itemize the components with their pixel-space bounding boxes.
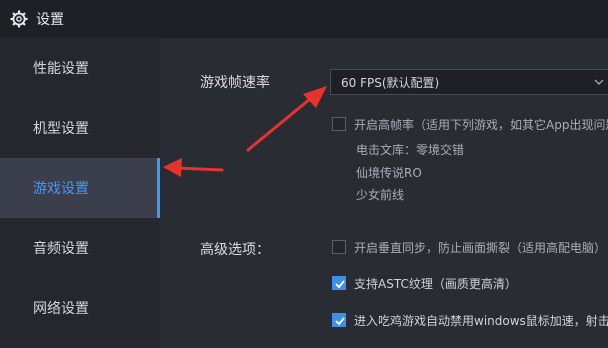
sidebar-item-label: 网络设置 bbox=[33, 301, 89, 317]
list-item: 电击文库：零境交错 bbox=[356, 143, 465, 157]
vsync-label: 开启垂直同步，防止画面撕裂（适用高配电脑） bbox=[354, 241, 607, 255]
fps-select[interactable]: 60 FPS(默认配置) bbox=[330, 69, 608, 95]
sidebar-item-performance[interactable]: 性能设置 bbox=[0, 38, 160, 98]
sidebar-item-label: 机型设置 bbox=[33, 121, 89, 137]
fps-select-value: 60 FPS(默认配置) bbox=[341, 75, 440, 90]
window-title: 设置 bbox=[36, 12, 64, 28]
vsync-checkbox[interactable] bbox=[332, 240, 346, 254]
sidebar-item-label: 游戏设置 bbox=[33, 181, 89, 197]
high-fps-label: 开启高帧率（适用下列游戏，如其它App出现问题 bbox=[354, 118, 608, 132]
settings-sidebar: 性能设置 机型设置 游戏设置 音频设置 网络设置 bbox=[0, 38, 160, 348]
title-bar: 设置 bbox=[0, 0, 608, 38]
fps-label: 游戏帧速率 bbox=[200, 75, 270, 91]
list-item: 仙境传说RO bbox=[356, 166, 422, 180]
astc-checkbox[interactable] bbox=[332, 276, 346, 290]
astc-label: 支持ASTC纹理（画质更高清） bbox=[354, 277, 517, 291]
sidebar-item-label: 性能设置 bbox=[33, 61, 89, 77]
sidebar-item-label: 音频设置 bbox=[33, 241, 89, 257]
sidebar-item-device-model[interactable]: 机型设置 bbox=[0, 98, 160, 158]
sidebar-item-network[interactable]: 网络设置 bbox=[0, 278, 160, 338]
check-icon bbox=[335, 317, 345, 326]
game-settings-panel: 游戏帧速率 60 FPS(默认配置) 开启高帧率（适用下列游戏，如其它App出现… bbox=[160, 38, 608, 348]
check-icon bbox=[335, 280, 345, 289]
high-fps-checkbox[interactable] bbox=[332, 117, 346, 131]
advanced-options-label: 高级选项： bbox=[200, 242, 270, 258]
mouse-accel-checkbox[interactable] bbox=[332, 313, 346, 327]
sidebar-item-game[interactable]: 游戏设置 bbox=[0, 158, 160, 218]
gear-icon bbox=[10, 10, 28, 28]
mouse-accel-label: 进入吃鸡游戏自动禁用windows鼠标加速，射击 bbox=[354, 314, 608, 328]
chevron-down-icon bbox=[594, 79, 604, 85]
list-item: 少女前线 bbox=[356, 188, 405, 202]
sidebar-item-audio[interactable]: 音频设置 bbox=[0, 218, 160, 278]
